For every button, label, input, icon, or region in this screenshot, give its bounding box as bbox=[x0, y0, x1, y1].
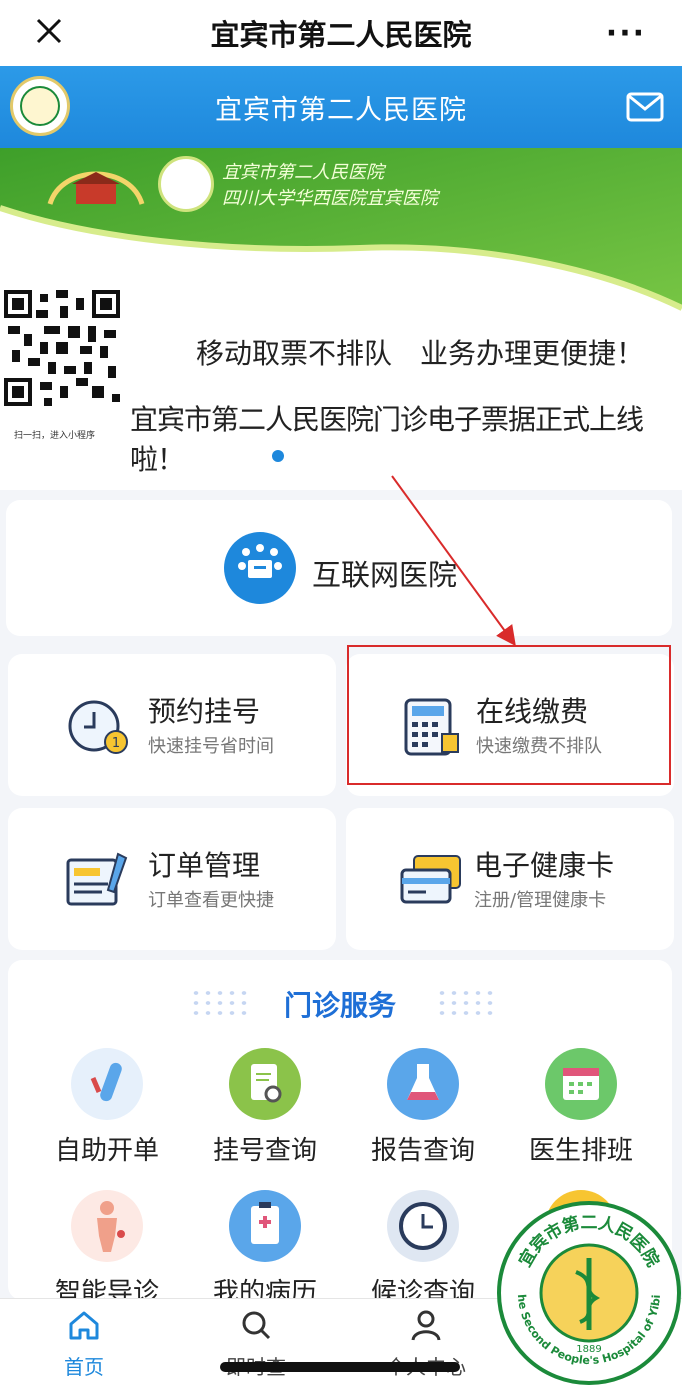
self-order-label: 自助开单 bbox=[54, 1136, 159, 1166]
home-icon bbox=[69, 1311, 99, 1340]
svg-text:1: 1 bbox=[112, 736, 120, 751]
health-card-title: 电子健康卡 bbox=[474, 849, 615, 882]
registration-query-label: 挂号查询 bbox=[212, 1136, 317, 1166]
health-card-card[interactable]: 电子健康卡 注册/管理健康卡 bbox=[346, 808, 674, 950]
stamp-year: 1889 bbox=[576, 1344, 601, 1355]
qr-code bbox=[4, 290, 120, 406]
banner-hospital-names: 宜宾市第二人民医院 四川大学华西医院宜宾医院 bbox=[222, 160, 438, 212]
carousel-indicator[interactable] bbox=[272, 450, 284, 462]
clipboard-icon bbox=[229, 1190, 301, 1262]
self-order-item[interactable]: 自助开单 bbox=[32, 1048, 182, 1167]
smart-guide-item[interactable]: 智能导诊 bbox=[32, 1190, 182, 1309]
home-indicator bbox=[220, 1362, 460, 1372]
order-management-subtitle: 订单查看更快捷 bbox=[148, 890, 274, 911]
doctor-schedule-item[interactable]: 医生排班 bbox=[506, 1048, 656, 1167]
banner-subheadline: 宜宾市第二人民医院门诊电子票据正式上线啦！ bbox=[130, 403, 644, 476]
doctor-schedule-label: 医生排班 bbox=[528, 1136, 633, 1166]
clock-coin-icon: 1 bbox=[62, 690, 134, 762]
appointment-title: 预约挂号 bbox=[148, 695, 261, 728]
order-management-card[interactable]: 订单管理 订单查看更快捷 bbox=[8, 808, 336, 950]
payment-highlight-box bbox=[347, 645, 671, 785]
hospital-watermark-stamp: 宜宾市第二人民医院 The Second People's Hospital o… bbox=[496, 1200, 681, 1385]
hospital-title: 宜宾市第二人民医院 bbox=[215, 95, 467, 126]
order-form-icon bbox=[62, 844, 134, 916]
body-icon bbox=[71, 1190, 143, 1262]
health-card-icon bbox=[396, 844, 468, 916]
waiting-query-item[interactable]: 候诊查询 bbox=[348, 1190, 498, 1309]
clock-icon bbox=[387, 1190, 459, 1262]
document-search-icon bbox=[229, 1048, 301, 1120]
my-records-item[interactable]: 我的病历 bbox=[190, 1190, 340, 1309]
mini-program-title: 宜宾市第二人民医院 bbox=[210, 18, 472, 52]
report-query-label: 报告查询 bbox=[370, 1136, 475, 1166]
registration-query-item[interactable]: 挂号查询 bbox=[190, 1048, 340, 1167]
tab-home-label: 首页 bbox=[64, 1355, 104, 1379]
order-management-title: 订单管理 bbox=[148, 849, 261, 882]
banner-name-line1: 宜宾市第二人民医院 bbox=[222, 162, 384, 183]
hospital-seal-logo bbox=[158, 156, 214, 212]
banner-name-line2: 四川大学华西医院宜宾医院 bbox=[222, 188, 438, 209]
internet-hospital-icon bbox=[224, 532, 296, 604]
appointment-card[interactable]: 1 预约挂号 快速挂号省时间 bbox=[8, 654, 336, 796]
appointment-subtitle: 快速挂号省时间 bbox=[148, 736, 274, 757]
outpatient-section-title: 门诊服务 bbox=[283, 989, 396, 1022]
internet-hospital-label: 互联网医院 bbox=[312, 558, 458, 592]
search-icon bbox=[242, 1311, 271, 1340]
internet-hospital-card[interactable]: 互联网医院 bbox=[6, 500, 672, 636]
more-options-icon[interactable]: ··· bbox=[606, 16, 646, 51]
health-card-subtitle: 注册/管理健康卡 bbox=[474, 890, 607, 911]
promo-banner[interactable]: 宜宾市第二人民医院 四川大学华西医院宜宾医院 扫一扫，进入小程序 移动取票不排队… bbox=[0, 148, 682, 490]
wechat-top-bar: 宜宾市第二人民医院 ··· bbox=[0, 0, 682, 66]
flask-icon bbox=[387, 1048, 459, 1120]
calendar-icon bbox=[545, 1048, 617, 1120]
user-icon bbox=[411, 1310, 441, 1341]
test-tube-icon bbox=[71, 1048, 143, 1120]
hospital-header: 宜宾市第二人民医院 bbox=[0, 66, 682, 148]
banner-headline: 移动取票不排队 业务办理更便捷！ bbox=[196, 337, 645, 370]
tab-home[interactable]: 首页 bbox=[24, 1307, 144, 1380]
qr-caption: 扫一扫，进入小程序 bbox=[14, 431, 96, 441]
hospital-building-logo bbox=[47, 171, 145, 205]
mail-icon[interactable] bbox=[626, 92, 664, 122]
title-decoration-right bbox=[436, 988, 496, 1018]
report-query-item[interactable]: 报告查询 bbox=[348, 1048, 498, 1167]
